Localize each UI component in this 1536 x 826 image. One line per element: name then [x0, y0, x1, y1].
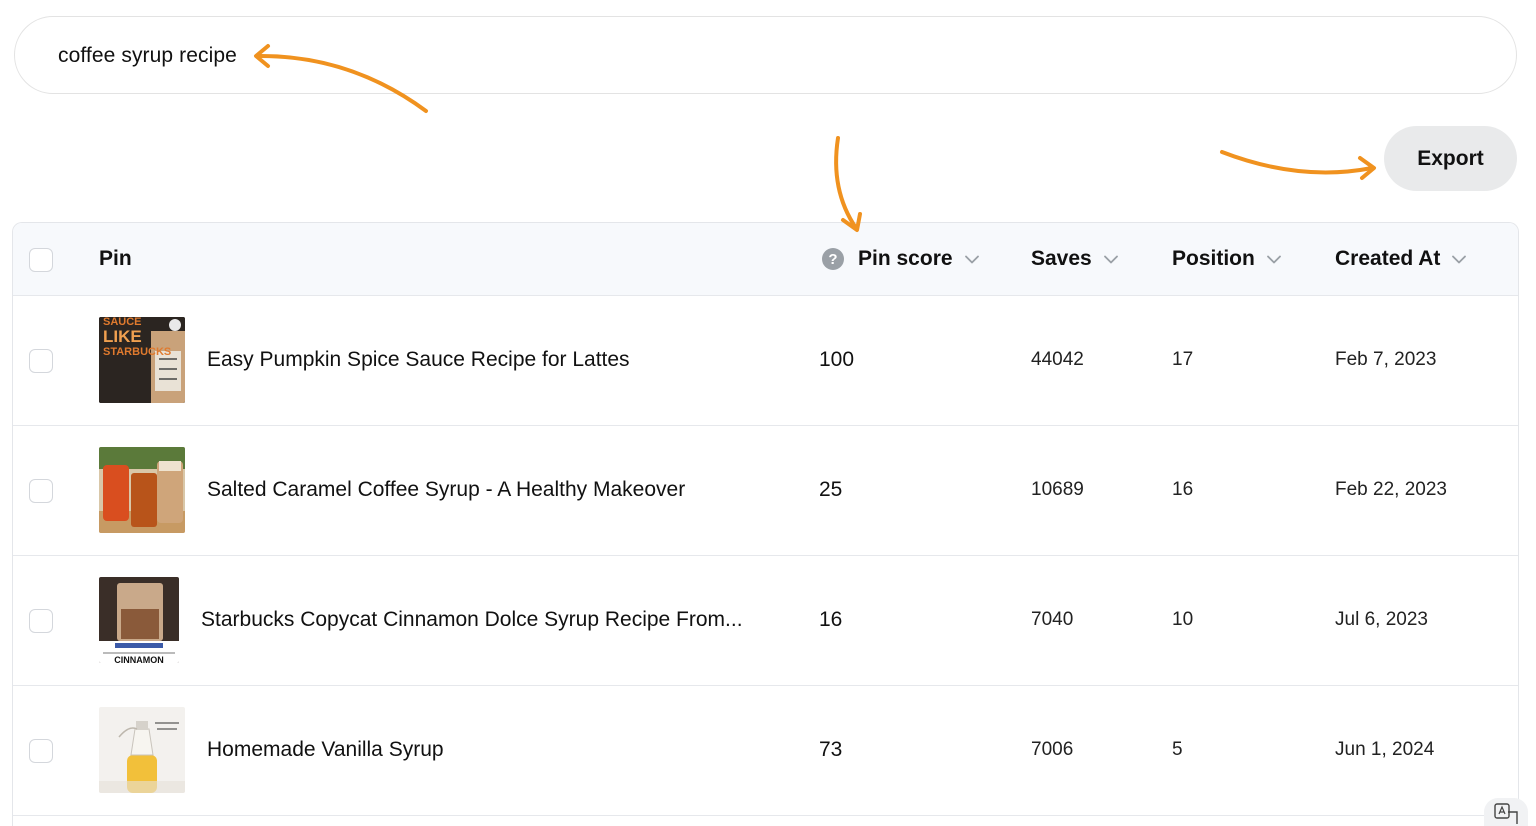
column-header-created-at[interactable]: Created At [1335, 247, 1467, 271]
pin-title[interactable]: Easy Pumpkin Spice Sauce Recipe for Latt… [207, 348, 630, 372]
created-at-value: Jul 6, 2023 [1335, 609, 1428, 630]
column-header-pin-label: Pin [99, 247, 132, 270]
pin-score-value: 73 [819, 738, 843, 761]
thumb-text: STARBUCKS [103, 346, 171, 358]
chevron-down-icon [1103, 255, 1118, 263]
pin-score-value: 100 [819, 348, 855, 371]
help-icon[interactable]: ? [822, 248, 844, 270]
table-row[interactable]: Homemade Vanilla Syrup 73 7006 5 Jun 1, … [13, 686, 1518, 816]
select-all-checkbox[interactable] [29, 248, 53, 272]
row-checkbox[interactable] [29, 739, 53, 763]
position-value: 16 [1172, 479, 1194, 500]
chevron-down-icon [964, 255, 979, 263]
search-query-text: coffee syrup recipe [58, 44, 237, 67]
column-header-pin: Pin [99, 247, 132, 271]
pin-score-value: 16 [819, 608, 843, 631]
pins-table: Pin ? Pin score Saves Position Created A… [12, 222, 1519, 826]
table-row[interactable]: Salted Caramel Coffee Syrup - A Healthy … [13, 426, 1518, 556]
translate-icon[interactable] [1484, 798, 1528, 826]
pin-score-value: 25 [819, 478, 843, 501]
search-input[interactable]: coffee syrup recipe [14, 16, 1517, 94]
saves-value: 44042 [1031, 349, 1084, 370]
vanilla-syrup-image [99, 707, 185, 793]
column-header-position[interactable]: Position [1172, 247, 1281, 271]
saves-value: 7040 [1031, 609, 1074, 630]
pin-thumbnail[interactable] [99, 707, 185, 793]
row-checkbox[interactable] [29, 349, 53, 373]
created-at-value: Feb 7, 2023 [1335, 349, 1437, 370]
table-header: Pin ? Pin score Saves Position Created A… [13, 223, 1518, 296]
position-value: 5 [1172, 739, 1183, 760]
table-row[interactable]: SAUCE LIKE STARBUCKS Easy Pumpkin Spice … [13, 296, 1518, 426]
column-header-pin-score-label: Pin score [858, 247, 953, 270]
thumb-text: CINNAMON [114, 655, 164, 663]
chevron-down-icon [1266, 255, 1281, 263]
thumb-text: LIKE [103, 327, 142, 346]
pin-title[interactable]: Salted Caramel Coffee Syrup - A Healthy … [207, 478, 685, 502]
pin-thumbnail[interactable] [99, 447, 185, 533]
pin-thumbnail[interactable]: CINNAMON [99, 577, 179, 663]
export-button[interactable]: Export [1384, 126, 1517, 191]
pin-title[interactable]: Homemade Vanilla Syrup [207, 738, 444, 762]
created-at-value: Jun 1, 2024 [1335, 739, 1435, 760]
position-value: 10 [1172, 609, 1194, 630]
pin-thumbnail[interactable]: SAUCE LIKE STARBUCKS [99, 317, 185, 403]
column-header-saves[interactable]: Saves [1031, 247, 1118, 271]
page: coffee syrup recipe Export Pin ? Pin sco… [0, 0, 1536, 826]
table-row[interactable]: CINNAMON Starbucks Copycat Cinnamon Dolc… [13, 556, 1518, 686]
column-header-created-at-label: Created At [1335, 247, 1441, 270]
column-header-pin-score[interactable]: ? Pin score [822, 247, 979, 271]
saves-value: 10689 [1031, 479, 1084, 500]
row-checkbox[interactable] [29, 609, 53, 633]
row-checkbox[interactable] [29, 479, 53, 503]
column-header-saves-label: Saves [1031, 247, 1092, 270]
cinnamon-dolce-image: CINNAMON [99, 577, 179, 663]
translate-glyph [1494, 803, 1518, 824]
arrow-annotation [1358, 156, 1376, 180]
pumpkin-sauce-image: SAUCE LIKE STARBUCKS [99, 317, 185, 403]
pin-title[interactable]: Starbucks Copycat Cinnamon Dolce Syrup R… [201, 608, 743, 632]
column-header-position-label: Position [1172, 247, 1255, 270]
saves-value: 7006 [1031, 739, 1074, 760]
arrow-annotation [834, 136, 858, 230]
arrow-annotation [1220, 150, 1374, 175]
position-value: 17 [1172, 349, 1194, 370]
chevron-down-icon [1452, 255, 1467, 263]
created-at-value: Feb 22, 2023 [1335, 479, 1447, 500]
caramel-syrup-image [99, 447, 185, 533]
